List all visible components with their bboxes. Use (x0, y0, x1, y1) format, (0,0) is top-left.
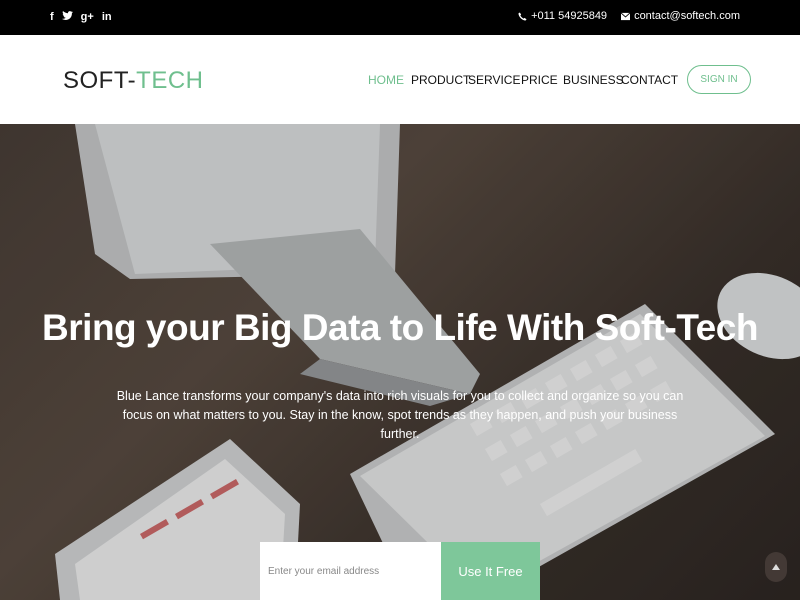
phone-icon (518, 11, 527, 21)
facebook-icon[interactable]: f (50, 10, 54, 24)
logo-text-soft: SOFT- (63, 67, 137, 94)
logo[interactable]: SOFT-TECH (63, 68, 204, 94)
email-input[interactable] (260, 542, 441, 600)
use-it-free-button[interactable]: Use It Free (441, 542, 540, 600)
site-header: SOFT-TECH HOME PRODUCT SERVICE PRICE BUS… (0, 35, 800, 124)
top-bar: f g+ in +011 54925849 contact@softech.co… (0, 0, 800, 35)
contact-info: +011 54925849 contact@softech.com (518, 10, 740, 22)
logo-text-tech: TECH (136, 67, 204, 94)
social-links: f g+ in (50, 10, 112, 24)
twitter-icon[interactable] (61, 10, 73, 24)
nav-service[interactable]: SERVICE (468, 73, 520, 87)
google-plus-icon[interactable]: g+ (81, 10, 94, 24)
envelope-icon (621, 12, 631, 20)
nav-price[interactable]: PRICE (521, 73, 558, 87)
nav-home[interactable]: HOME (368, 73, 404, 87)
phone-item: +011 54925849 (518, 10, 607, 22)
hero-description: Blue Lance transforms your company's dat… (116, 389, 684, 441)
phone-number: +011 54925849 (531, 10, 608, 22)
email-item: contact@softech.com (621, 10, 740, 22)
nav-product[interactable]: PRODUCT (411, 73, 470, 87)
linkedin-icon[interactable]: in (102, 10, 112, 24)
signup-form: Use It Free (260, 542, 540, 600)
nav-business[interactable]: BUSINESS (563, 73, 624, 87)
chevron-up-icon (772, 564, 780, 570)
email-address[interactable]: contact@softech.com (634, 10, 740, 22)
scroll-to-top-button[interactable] (765, 552, 787, 582)
hero-section: Bring your Big Data to Life With Soft-Te… (0, 124, 800, 600)
hero-title: Bring your Big Data to Life With Soft-Te… (42, 307, 758, 348)
sign-in-button[interactable]: SIGN IN (687, 65, 751, 94)
nav-contact[interactable]: CONTACT (621, 73, 678, 87)
